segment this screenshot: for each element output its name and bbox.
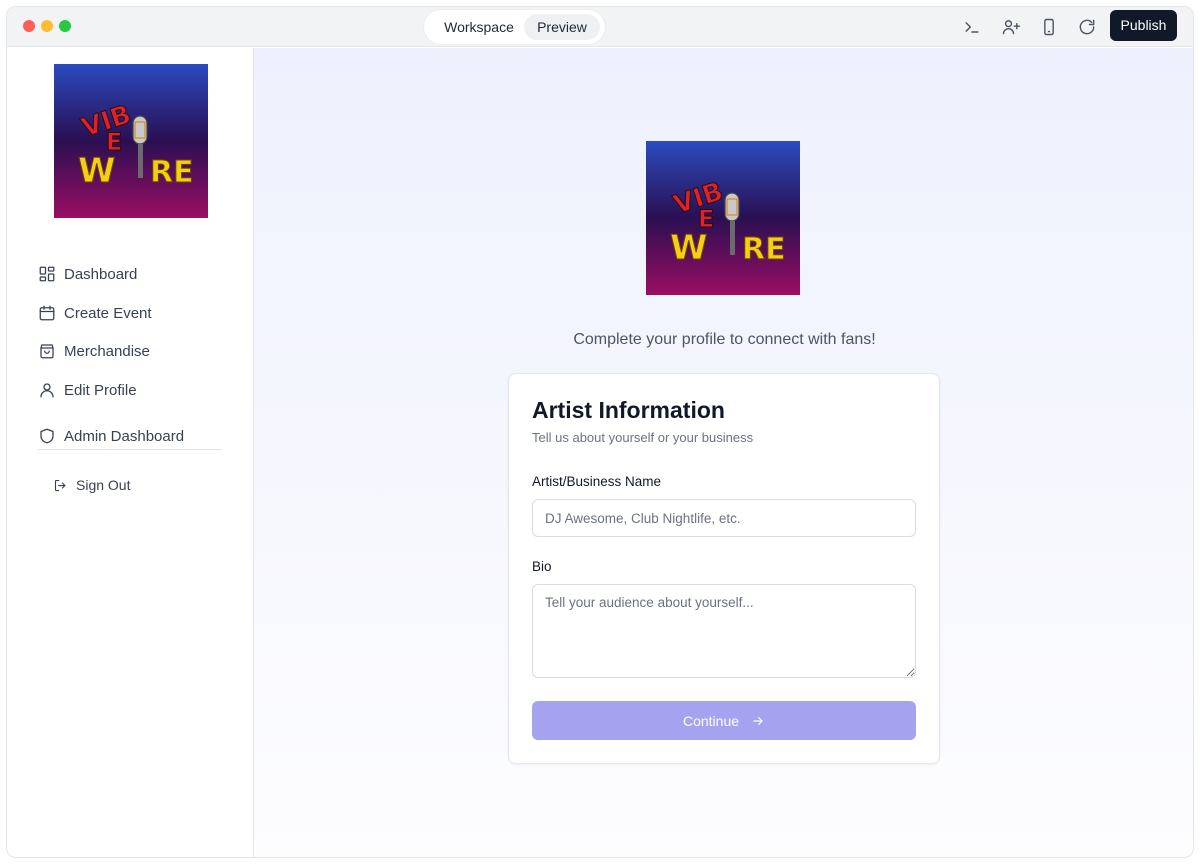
bio-label: Bio xyxy=(532,559,552,574)
close-window-dot[interactable] xyxy=(23,20,35,32)
terminal-icon[interactable] xyxy=(959,14,985,40)
view-switcher: Workspace Preview xyxy=(424,10,605,44)
sidebar-item-label: Edit Profile xyxy=(64,381,137,399)
arrow-right-icon xyxy=(753,716,763,725)
sidebar-item-admin-dashboard[interactable]: Admin Dashboard xyxy=(38,421,184,451)
sidebar: VIB E W RE Dashboard Create Event Mercha… xyxy=(7,48,254,857)
publish-button[interactable]: Publish xyxy=(1110,10,1177,41)
title-bar: Workspace Preview Publish xyxy=(7,7,1193,47)
minimize-window-dot[interactable] xyxy=(41,20,53,32)
app-window: Workspace Preview Publish VIB E W RE Das… xyxy=(6,6,1194,858)
continue-button[interactable]: Continue xyxy=(532,701,916,740)
svg-text:RE: RE xyxy=(150,155,194,190)
refresh-icon[interactable] xyxy=(1074,14,1100,40)
sidebar-item-label: Admin Dashboard xyxy=(64,427,185,445)
user-icon xyxy=(40,383,54,398)
sign-out-icon xyxy=(54,479,66,491)
shopping-bag-icon xyxy=(40,344,54,359)
sidebar-item-edit-profile[interactable]: Edit Profile xyxy=(38,375,137,405)
sidebar-divider xyxy=(38,449,222,450)
svg-text:W: W xyxy=(670,228,708,268)
maximize-window-dot[interactable] xyxy=(59,20,71,32)
sidebar-item-label: Merchandise xyxy=(64,342,150,360)
continue-label: Continue xyxy=(682,712,740,729)
card-subtitle: Tell us about yourself or your business xyxy=(532,430,754,445)
artist-name-input[interactable] xyxy=(532,499,916,537)
sign-out-button[interactable]: Sign Out xyxy=(53,472,130,498)
artist-name-label: Artist/Business Name xyxy=(532,474,662,489)
add-user-icon[interactable] xyxy=(998,14,1024,40)
tab-workspace[interactable]: Workspace xyxy=(434,14,524,40)
card-title: Artist Information xyxy=(532,397,725,423)
sidebar-item-create-event[interactable]: Create Event xyxy=(38,298,152,328)
main-content: VIB E W RE Complete your profile to conn… xyxy=(254,48,1193,857)
sign-out-label: Sign Out xyxy=(76,477,131,493)
artist-info-card: Artist Information Tell us about yoursel… xyxy=(508,373,940,764)
sidebar-item-label: Dashboard xyxy=(64,265,138,283)
profile-logo: VIB E W RE xyxy=(646,141,800,295)
calendar-icon xyxy=(39,305,55,321)
profile-tagline: Complete your profile to connect with fa… xyxy=(573,331,876,348)
shield-icon xyxy=(40,428,54,444)
bio-textarea[interactable] xyxy=(532,584,916,678)
tab-preview[interactable]: Preview xyxy=(524,14,600,40)
sidebar-item-merchandise[interactable]: Merchandise xyxy=(38,336,150,366)
brand-logo[interactable]: VIB E W RE xyxy=(54,64,208,218)
device-icon[interactable] xyxy=(1036,14,1062,40)
sidebar-item-dashboard[interactable]: Dashboard xyxy=(38,259,137,289)
sidebar-item-label: Create Event xyxy=(64,304,152,322)
grid-icon xyxy=(39,266,55,282)
svg-text:RE: RE xyxy=(742,232,786,267)
svg-text:W: W xyxy=(78,151,116,191)
